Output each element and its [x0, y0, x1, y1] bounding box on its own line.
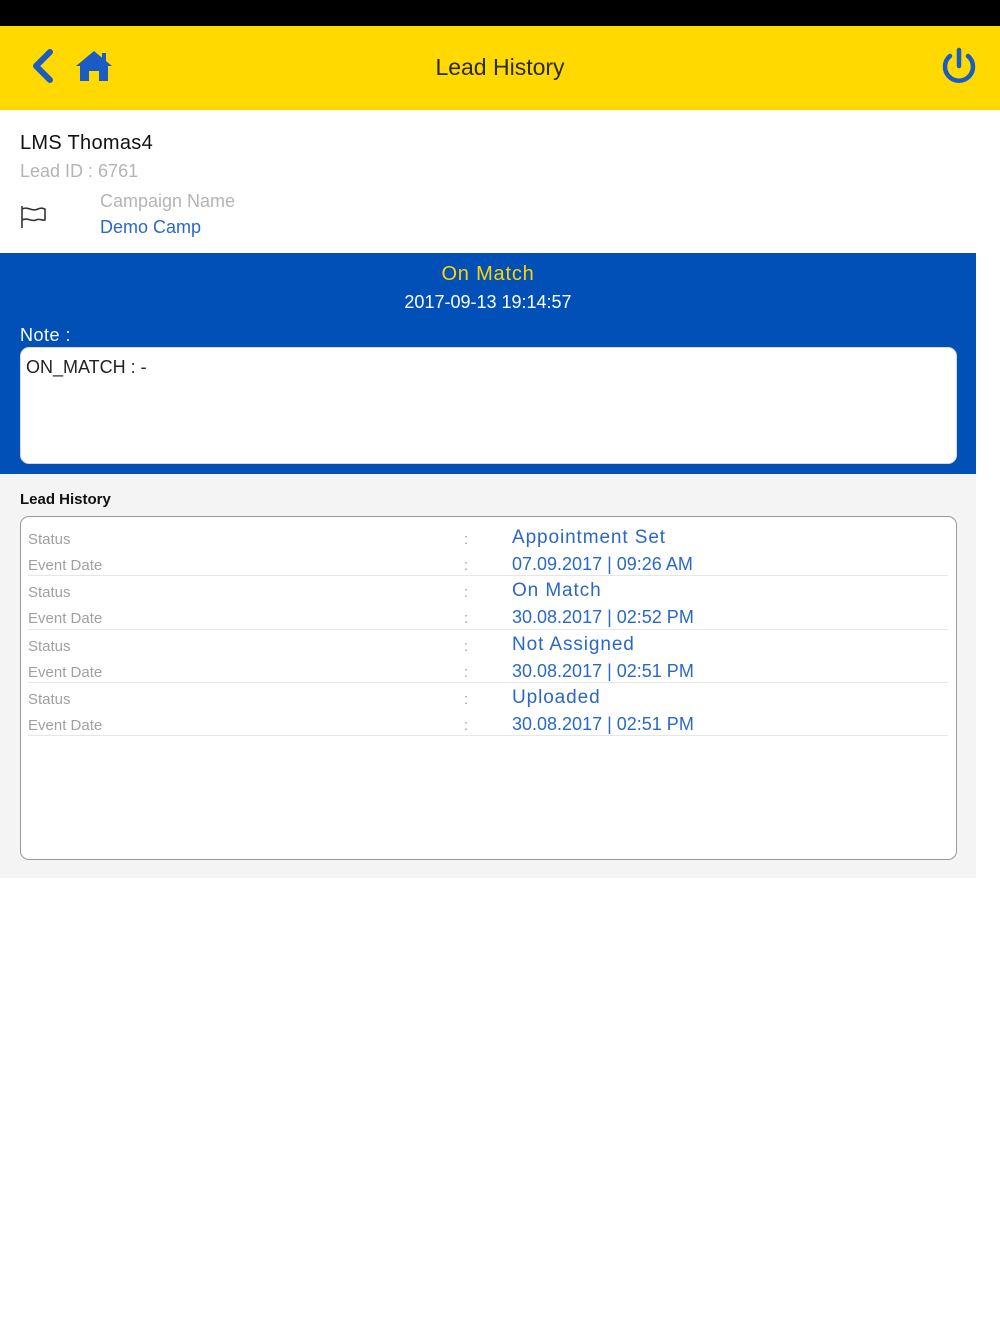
status-label: Status [28, 584, 71, 602]
separator: : [464, 637, 469, 655]
flag-icon [21, 206, 46, 228]
event-date-label: Event Date [28, 716, 103, 734]
power-icon [942, 47, 976, 83]
lead-history-title: Lead History [20, 491, 111, 508]
status-label: Status [28, 531, 71, 548]
separator: : [464, 557, 469, 574]
status-value: On Match [512, 580, 602, 602]
separator: : [464, 690, 469, 708]
lead-history-section: Lead History Status : Appointment Set Ev… [0, 474, 976, 878]
note-label: Note : [20, 325, 72, 345]
status-label: Status [28, 637, 71, 655]
event-date-label: Event Date [28, 610, 103, 628]
page-title: Lead History [435, 54, 565, 80]
lead-name: LMS Thomas4 [20, 132, 153, 154]
separator: : [464, 663, 469, 681]
note-text-area[interactable]: ON_MATCH : - [20, 347, 957, 464]
history-entry: Status : Uploaded Event Date : 30.08.201… [28, 683, 948, 737]
status-value: Appointment Set [512, 527, 666, 548]
status-value: Uploaded [512, 686, 601, 708]
separator: : [464, 531, 469, 548]
separator: : [464, 716, 469, 734]
campaign-name-label: Campaign Name [100, 191, 236, 211]
status-label: Status [28, 690, 71, 708]
event-date-label: Event Date [28, 663, 103, 681]
event-date-value: 30.08.2017 | 02:51 PM [512, 713, 694, 734]
logout-button[interactable] [938, 46, 980, 88]
separator: : [464, 584, 469, 602]
nav-bar: Lead History [0, 26, 1000, 110]
status-value: Not Assigned [512, 633, 635, 655]
current-status-title: On Match [441, 263, 535, 285]
lead-id: Lead ID : 6761 [20, 161, 139, 181]
history-entry: Status : Not Assigned Event Date : 30.08… [28, 630, 948, 683]
event-date-value: 07.09.2017 | 09:26 AM [512, 554, 693, 574]
history-entry: Status : Appointment Set Event Date : 07… [28, 523, 948, 577]
current-status-datetime: 2017-09-13 19:14:57 [404, 292, 572, 312]
event-date-value: 30.08.2017 | 02:52 PM [512, 607, 694, 628]
lead-history-list[interactable]: Status : Appointment Set Event Date : 07… [20, 516, 957, 860]
system-status-bar [0, 0, 1000, 26]
history-entry: Status : On Match Event Date : 30.08.201… [28, 576, 948, 630]
separator: : [464, 610, 469, 628]
event-date-value: 30.08.2017 | 02:51 PM [512, 660, 694, 681]
campaign-name-value[interactable]: Demo Camp [100, 217, 201, 238]
lead-header: LMS Thomas4 Lead ID : 6761 Campaign Name… [0, 110, 976, 253]
event-date-label: Event Date [28, 557, 103, 574]
current-status-panel: On Match 2017-09-13 19:14:57 Note : ON_M… [0, 253, 976, 474]
